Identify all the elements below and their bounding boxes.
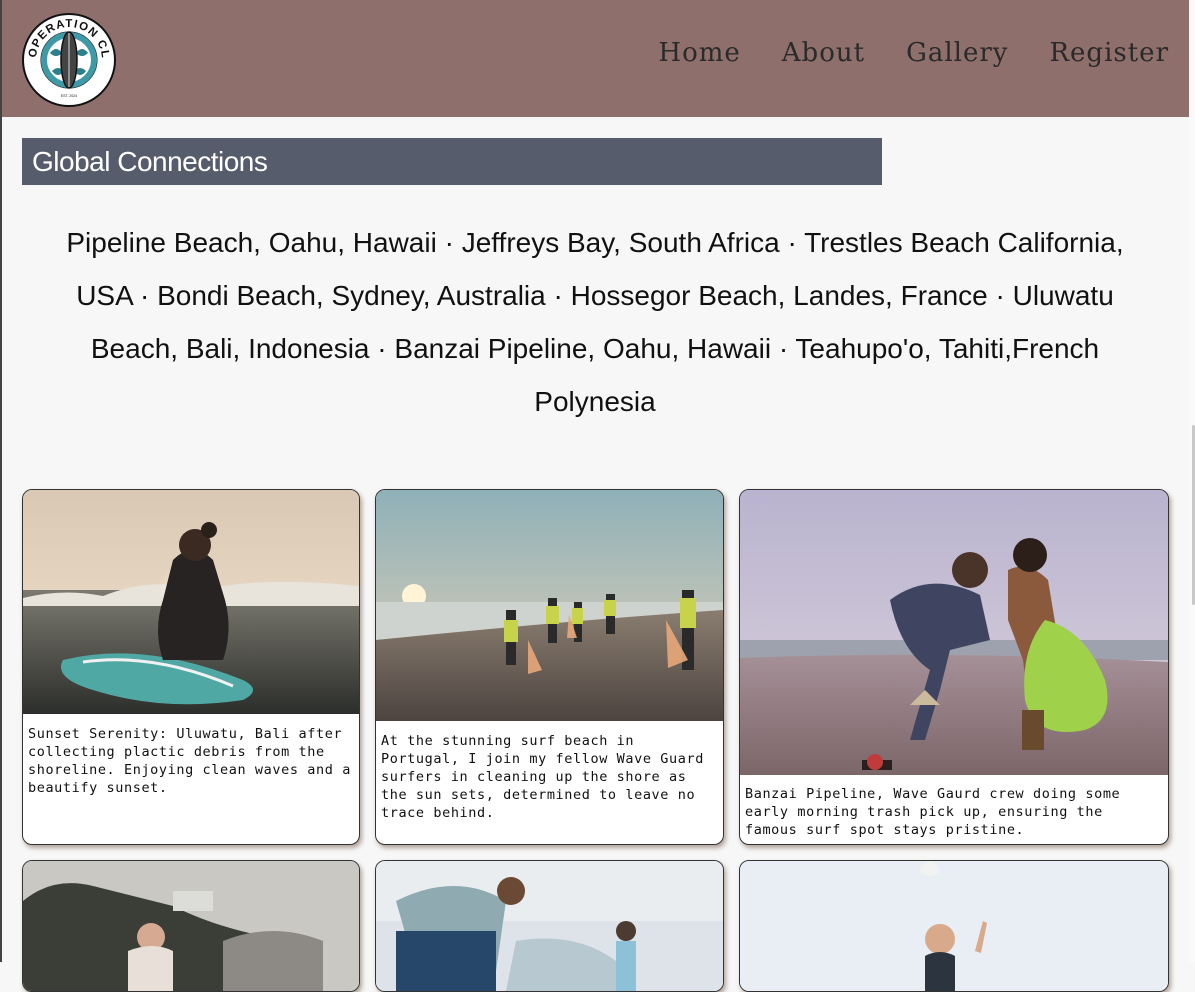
gallery-card: Banzai Pipeline, Wave Gaurd crew doing s… xyxy=(739,489,1169,845)
gallery-card: At the stunning surf beach in Portugal, … xyxy=(375,489,724,845)
gallery-card xyxy=(22,860,360,992)
main-nav: Home About Gallery Register xyxy=(658,38,1169,68)
locations-list: Pipeline Beach, Oahu, Hawaii · Jeffreys … xyxy=(66,227,1124,417)
gallery-card xyxy=(739,860,1169,992)
volunteers-litter-image[interactable] xyxy=(376,861,723,991)
card-caption: At the stunning surf beach in Portugal, … xyxy=(381,733,704,821)
rocky-beach-image[interactable] xyxy=(23,861,359,991)
gallery-card: Sunset Serenity: Uluwatu, Bali after col… xyxy=(22,489,360,845)
gallery-card xyxy=(375,860,724,992)
site-header: OPERATION CLEAN RIDE EST. 2024 Home Abou… xyxy=(2,0,1189,117)
operation-clean-ride-logo[interactable]: OPERATION CLEAN RIDE EST. 2024 xyxy=(17,4,116,107)
surfer-sunset-image[interactable] xyxy=(23,490,359,714)
nav-home-link[interactable]: Home xyxy=(658,38,740,68)
nav-about-link[interactable]: About xyxy=(782,38,865,68)
nav-register-link[interactable]: Register xyxy=(1049,38,1169,68)
card-caption: Banzai Pipeline, Wave Gaurd crew doing s… xyxy=(745,786,1121,838)
beach-cleanup-sunset-image[interactable] xyxy=(376,490,723,721)
window-edge xyxy=(0,0,2,962)
crew-trash-pickup-image[interactable] xyxy=(740,490,1168,775)
card-caption: Sunset Serenity: Uluwatu, Bali after col… xyxy=(28,726,351,796)
section-title: Global Connections xyxy=(32,146,268,177)
logo-subtext: EST. 2024 xyxy=(61,94,77,98)
nav-gallery-link[interactable]: Gallery xyxy=(906,38,1008,68)
smiling-woman-beach-image[interactable] xyxy=(740,861,1168,991)
section-title-bar: Global Connections xyxy=(22,138,882,185)
